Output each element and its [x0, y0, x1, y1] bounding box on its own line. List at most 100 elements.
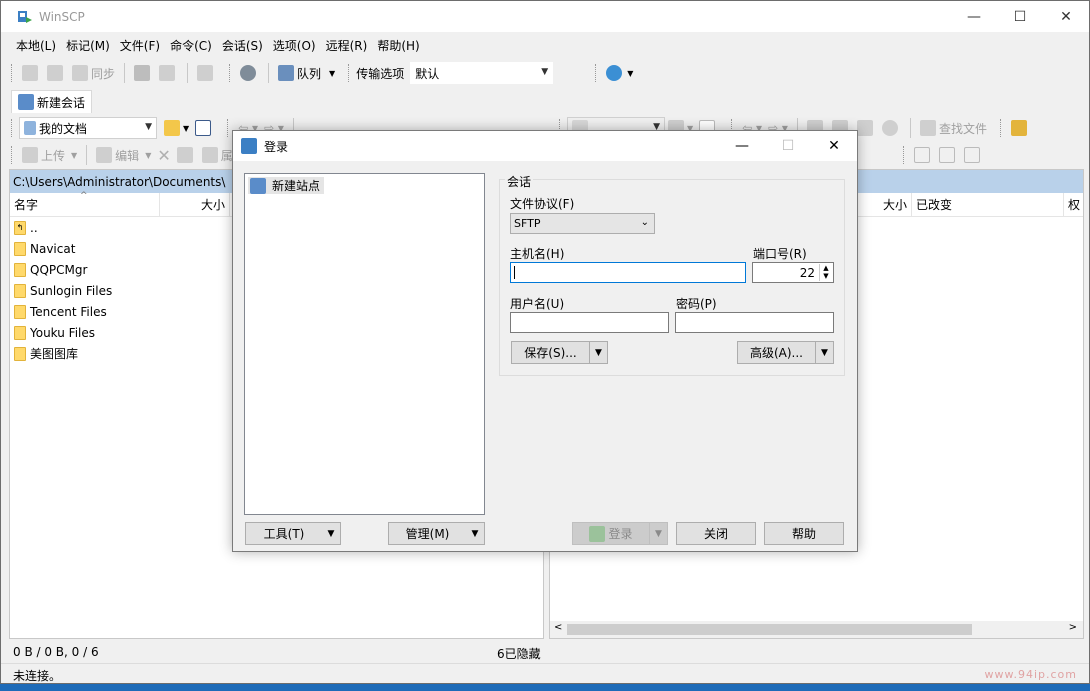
- chevron-down-icon[interactable]: ▼: [589, 342, 607, 363]
- queue-button[interactable]: 队列 ▼: [275, 62, 338, 84]
- gear-icon: [240, 65, 257, 81]
- open-folder-button[interactable]: ▼: [161, 117, 192, 139]
- home-icon: [856, 120, 873, 136]
- menu-bar: 本地(L) 标记(M) 文件(F) 命令(C) 会话(S) 选项(O) 远程(R…: [11, 34, 425, 56]
- compare-dirs-button[interactable]: [19, 62, 44, 84]
- scroll-left-icon[interactable]: <: [554, 622, 562, 633]
- dialog-title-bar: 登录 — ☐ ✕: [233, 131, 857, 161]
- remote-horizontal-scrollbar[interactable]: < >: [550, 621, 1083, 638]
- toolbar-grip[interactable]: [229, 64, 232, 82]
- refresh-button[interactable]: [879, 117, 904, 139]
- delete-button[interactable]: ✕: [154, 144, 173, 166]
- save-button[interactable]: 保存(S)... ▼: [511, 341, 608, 364]
- menu-mark[interactable]: 标记(M): [61, 37, 115, 54]
- preferences-button[interactable]: [237, 62, 262, 84]
- putty-button[interactable]: [156, 62, 181, 84]
- site-tree[interactable]: 新建站点: [244, 173, 485, 515]
- toolbar-grip[interactable]: [595, 64, 598, 82]
- close-button-label: 关闭: [703, 527, 728, 541]
- column-size-label: 大小: [882, 198, 907, 212]
- advanced-button[interactable]: 高级(A)... ▼: [737, 341, 834, 364]
- toolbar-grip[interactable]: [903, 146, 906, 164]
- user-input[interactable]: [510, 312, 669, 333]
- network-button[interactable]: ▼: [603, 62, 636, 84]
- upload-button[interactable]: 上传 ▼: [19, 144, 80, 166]
- column-modified-label: 已改变: [916, 198, 953, 212]
- file-name: Navicat: [30, 241, 76, 256]
- tab-new-session[interactable]: 新建会话: [11, 90, 93, 113]
- computer-icon: [18, 94, 34, 110]
- remote-actions-toolbar: [893, 141, 986, 169]
- rename-button[interactable]: [174, 144, 199, 166]
- chevron-down-icon: ▼: [541, 67, 549, 77]
- port-spinner[interactable]: ▲ ▼: [819, 264, 832, 281]
- toolbar-grip[interactable]: [227, 119, 230, 137]
- toolbar-grip[interactable]: [11, 119, 14, 137]
- menu-local[interactable]: 本地(L): [11, 37, 61, 54]
- menu-commands[interactable]: 命令(C): [165, 37, 217, 54]
- chevron-down-icon: ▼: [145, 150, 152, 160]
- toolbar-grip[interactable]: [11, 64, 14, 82]
- chevron-down-icon[interactable]: ▼: [815, 342, 833, 363]
- transfer-settings-select[interactable]: 默认 ▼: [410, 62, 554, 84]
- console-button[interactable]: [131, 62, 156, 84]
- toolbar-grip[interactable]: [348, 64, 351, 82]
- close-button[interactable]: 关闭: [676, 522, 756, 545]
- protocol-select[interactable]: SFTP ⌄: [510, 213, 655, 234]
- password-label: 密码(P): [676, 297, 717, 311]
- tools-button[interactable]: 工具(T) ▼: [245, 522, 341, 545]
- host-input[interactable]: [510, 262, 746, 283]
- upload-label: 上传: [41, 148, 66, 163]
- site-item-label: 新建站点: [272, 179, 321, 193]
- login-icon: [589, 525, 606, 542]
- menu-session[interactable]: 会话(S): [217, 37, 268, 54]
- local-location-select[interactable]: 我的文档 ▼: [19, 117, 157, 139]
- protocol-value: SFTP: [514, 217, 541, 230]
- menu-options[interactable]: 选项(O): [268, 37, 321, 54]
- column-size[interactable]: 大小: [160, 193, 230, 216]
- dialog-maximize-button[interactable]: ☐: [765, 131, 811, 161]
- menu-files[interactable]: 文件(F): [115, 37, 165, 54]
- sync-button[interactable]: 同步: [69, 62, 118, 84]
- column-rights[interactable]: 权: [1064, 193, 1083, 216]
- minimize-button[interactable]: —: [951, 1, 997, 32]
- queue-icon: [278, 65, 295, 81]
- toolbar-separator: [268, 63, 270, 83]
- scrollbar-thumb[interactable]: [567, 624, 972, 635]
- manage-button[interactable]: 管理(M) ▼: [388, 522, 485, 545]
- tree-view-button[interactable]: [1008, 117, 1033, 139]
- help-button[interactable]: 帮助: [764, 522, 844, 545]
- toolbar-grip[interactable]: [11, 146, 14, 164]
- window-icon: [197, 65, 214, 81]
- connection-status-bar: 未连接。 www.94ip.com: [1, 663, 1089, 683]
- find-files-button[interactable]: 查找文件: [917, 117, 990, 139]
- menu-help[interactable]: 帮助(H): [372, 37, 424, 54]
- scroll-right-icon[interactable]: >: [1069, 622, 1077, 633]
- filter-icon: [195, 120, 212, 136]
- column-modified[interactable]: 已改变: [912, 193, 1064, 216]
- filter-button[interactable]: [192, 117, 217, 139]
- toolbar-grip[interactable]: [999, 119, 1003, 137]
- parent-folder-icon: ↰: [14, 220, 26, 235]
- site-item-new[interactable]: 新建站点: [248, 177, 325, 194]
- edit-label: 编辑: [115, 148, 140, 163]
- tools-button[interactable]: [194, 62, 219, 84]
- sync-browse-button[interactable]: [44, 62, 69, 84]
- putty-icon: [159, 65, 176, 81]
- filter-select-button[interactable]: [961, 144, 986, 166]
- port-input[interactable]: 22 ▲ ▼: [752, 262, 834, 283]
- help-button-label: 帮助: [791, 527, 816, 541]
- column-name[interactable]: 名字 ^: [10, 191, 160, 216]
- unselect-button[interactable]: [936, 144, 961, 166]
- menu-remote[interactable]: 远程(R): [321, 37, 373, 54]
- login-button[interactable]: 登录 ▼: [572, 522, 668, 545]
- edit-button[interactable]: 编辑 ▼: [93, 144, 154, 166]
- select-button[interactable]: [911, 144, 936, 166]
- dialog-close-button[interactable]: ✕: [811, 131, 857, 161]
- password-input[interactable]: [675, 312, 834, 333]
- dialog-minimize-button[interactable]: —: [719, 131, 765, 161]
- tools-button-label: 工具(T): [263, 527, 305, 541]
- properties-button[interactable]: 属: [199, 144, 236, 166]
- maximize-button[interactable]: ☐: [997, 1, 1043, 32]
- close-window-button[interactable]: ✕: [1043, 1, 1089, 32]
